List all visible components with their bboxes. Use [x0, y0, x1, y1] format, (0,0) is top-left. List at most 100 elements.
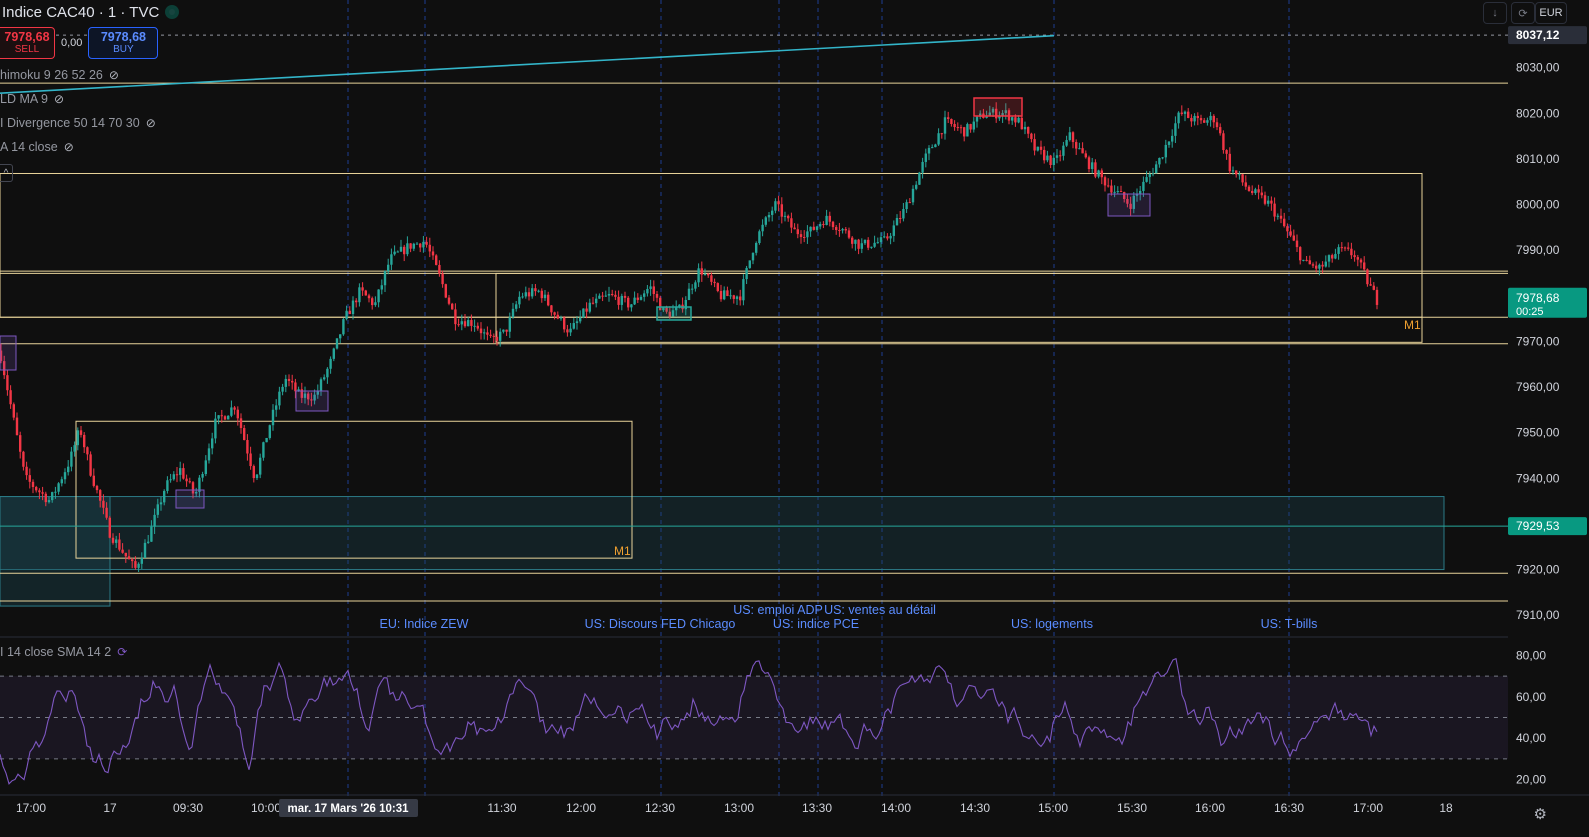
- candle: [844, 229, 847, 231]
- time-tick-label: 14:00: [881, 801, 911, 815]
- candle: [214, 418, 217, 439]
- candle: [838, 230, 841, 232]
- event-label[interactable]: US: Discours FED Chicago: [585, 617, 736, 631]
- candle: [540, 290, 543, 299]
- candle: [1084, 153, 1087, 158]
- candle: [614, 294, 617, 297]
- candle: [38, 490, 41, 493]
- indicator-ma[interactable]: LD MA 9 ⊘: [0, 92, 64, 106]
- candle: [620, 295, 623, 305]
- candle: [329, 358, 332, 369]
- candle: [332, 348, 335, 359]
- gear-icon[interactable]: ⚙: [1534, 805, 1547, 823]
- sell-button[interactable]: 7978,68 SELL: [0, 27, 55, 59]
- candle: [796, 229, 799, 235]
- candle: [22, 451, 25, 467]
- event-label[interactable]: US: ventes au détail: [824, 603, 936, 617]
- indicator-divergence[interactable]: I Divergence 50 14 70 30 ⊘: [0, 116, 156, 130]
- candle: [1059, 155, 1062, 157]
- candle: [774, 201, 777, 211]
- trade-panel: 7978,68 SELL 0,00 7978,68 BUY: [0, 27, 159, 59]
- replay-icon[interactable]: ⟳: [1511, 2, 1535, 24]
- candle: [236, 409, 239, 419]
- candle: [92, 475, 95, 486]
- candle: [319, 379, 323, 391]
- candle: [806, 231, 809, 238]
- m1-zone-box[interactable]: [495, 272, 1423, 343]
- event-label[interactable]: US: T-bills: [1261, 617, 1318, 631]
- candle: [166, 480, 169, 491]
- symbol-title[interactable]: Indice CAC40 · 1 · TVC: [2, 4, 159, 21]
- candle: [1087, 157, 1091, 170]
- candle: [655, 293, 659, 298]
- candle: [1295, 240, 1299, 248]
- candle: [111, 537, 115, 543]
- candle: [953, 123, 956, 128]
- candle: [284, 378, 287, 387]
- event-label[interactable]: US: logements: [1011, 617, 1093, 631]
- candle: [60, 479, 63, 484]
- candle: [326, 368, 329, 378]
- rsi-tick-label: 20,00: [1516, 773, 1546, 787]
- candle: [873, 242, 876, 247]
- indicator-sma[interactable]: A 14 close ⊘: [0, 140, 74, 154]
- price-chart[interactable]: M1 M1 EU: Indice ZEW US: Discours FED Chica…: [0, 0, 1589, 837]
- signal-box: [1107, 193, 1151, 217]
- candle: [524, 292, 527, 297]
- candle: [1241, 174, 1244, 183]
- candle: [425, 241, 428, 245]
- eye-hidden-icon[interactable]: ⊘: [54, 92, 64, 106]
- rsi-settings-icon[interactable]: ⟳: [117, 645, 127, 659]
- candle: [1049, 155, 1052, 165]
- time-tick-label: 16:30: [1274, 801, 1304, 815]
- signal-box: [295, 390, 329, 412]
- collapse-legend-button[interactable]: ^: [0, 164, 13, 182]
- candle: [1107, 185, 1110, 187]
- candle: [636, 297, 639, 300]
- candle: [140, 557, 143, 564]
- candle: [230, 407, 233, 416]
- candle: [553, 312, 556, 315]
- candle: [188, 481, 191, 483]
- candle: [9, 390, 12, 405]
- event-label[interactable]: EU: Indice ZEW: [380, 617, 469, 631]
- event-label[interactable]: US: emploi ADP: [733, 603, 823, 617]
- candle: [28, 475, 31, 482]
- price-tick-label: 7940,00: [1516, 471, 1560, 485]
- candle: [335, 338, 339, 349]
- candle: [406, 243, 409, 255]
- candle: [630, 304, 633, 308]
- candle: [1222, 133, 1225, 151]
- rsi-tick-label: 80,00: [1516, 648, 1546, 662]
- candle: [867, 239, 870, 248]
- rsi-legend[interactable]: I 14 close SMA 14 2 ⟳: [0, 645, 127, 659]
- candle: [51, 492, 54, 501]
- candle: [543, 294, 547, 299]
- candle: [1366, 269, 1369, 285]
- download-icon[interactable]: ↓: [1483, 2, 1507, 24]
- candle: [351, 300, 355, 315]
- candle: [809, 226, 812, 232]
- indicator-ichimoku[interactable]: himoku 9 26 52 26 ⊘: [0, 68, 119, 82]
- candle: [1353, 255, 1356, 258]
- candle: [719, 291, 723, 300]
- event-label[interactable]: US: indice PCE: [773, 617, 859, 631]
- candle: [262, 442, 265, 458]
- buy-button[interactable]: 7978,68 BUY: [88, 27, 159, 59]
- currency-selector[interactable]: EUR: [1535, 2, 1567, 24]
- candle: [118, 539, 121, 550]
- eye-hidden-icon[interactable]: ⊘: [64, 140, 74, 154]
- candle: [1292, 235, 1295, 241]
- time-tick-label: 09:30: [173, 801, 203, 815]
- candle: [457, 324, 460, 326]
- eye-hidden-icon[interactable]: ⊘: [146, 116, 156, 130]
- candle: [1161, 157, 1164, 159]
- m1-zone-box[interactable]: [0, 172, 1423, 318]
- candle: [815, 226, 819, 230]
- candle: [294, 382, 297, 392]
- candle: [687, 288, 691, 301]
- candle: [483, 332, 486, 334]
- candle: [124, 552, 127, 557]
- eye-hidden-icon[interactable]: ⊘: [109, 68, 119, 82]
- candle: [444, 284, 447, 298]
